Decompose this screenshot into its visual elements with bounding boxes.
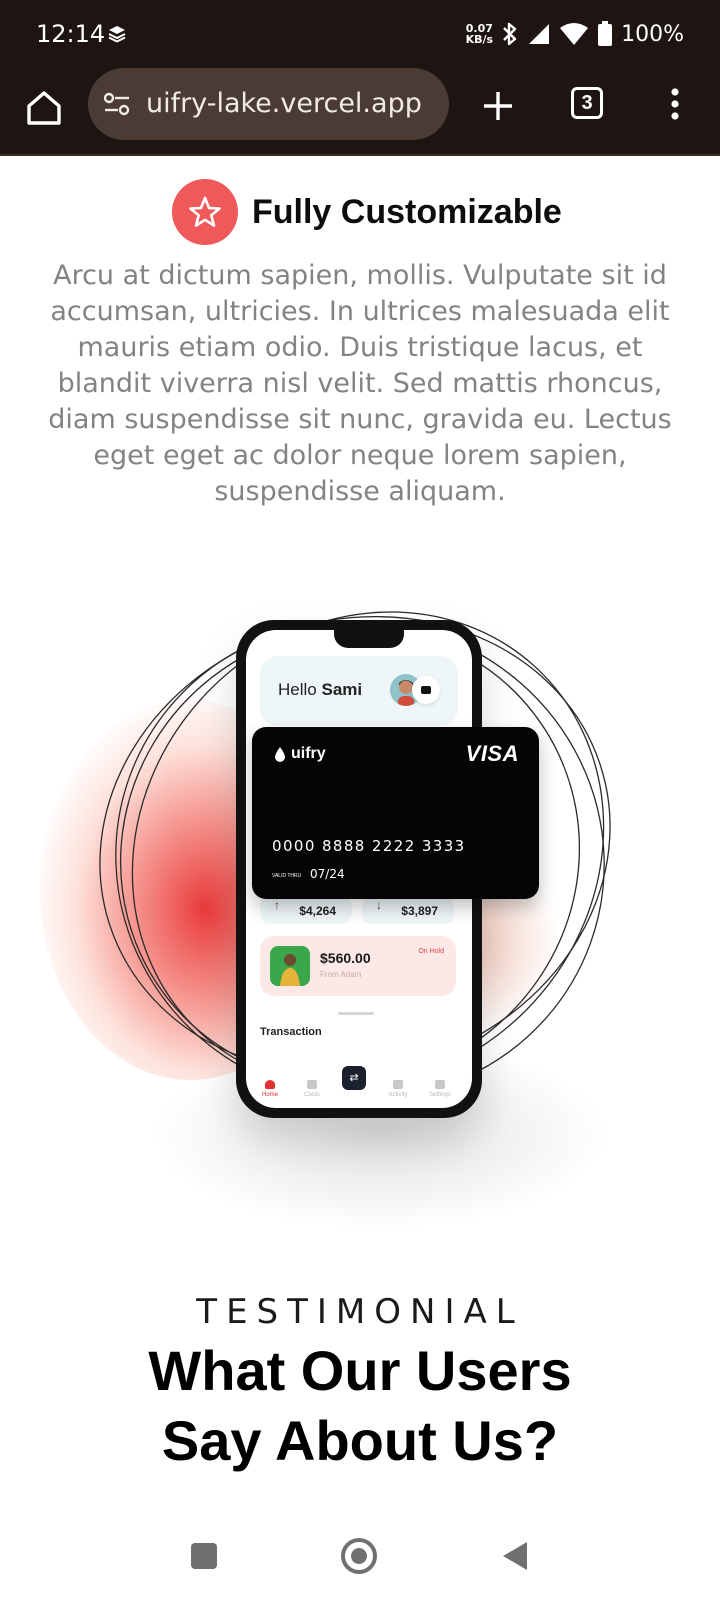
bluetooth-icon <box>503 22 517 46</box>
transfer-icon: ⇄ <box>342 1066 366 1090</box>
app-mockup-illustration: Hello Sami ↑ $4,264 ↓ $3,897 $560.00 Fro… <box>0 560 720 1260</box>
nav-activity-label: Activity <box>388 1092 408 1098</box>
wallet-icon <box>412 676 440 704</box>
card-network: VISA <box>465 741 519 766</box>
testimonial-heading-line2: Say About Us? <box>161 1409 559 1472</box>
battery-percent: 100% <box>621 21 684 47</box>
url-text[interactable]: uifry-lake.vercel.app <box>146 88 422 119</box>
nav-activity: Activity <box>378 1080 418 1098</box>
card-brand: uifry <box>274 745 326 763</box>
arrow-down-icon: ↓ <box>376 898 382 912</box>
greeting-card: Hello Sami <box>260 656 458 726</box>
transactions-label: Transaction <box>260 1026 322 1038</box>
tabs-icon[interactable]: 3 <box>571 87 603 119</box>
card-brand-name: uifry <box>291 745 326 762</box>
star-icon <box>172 179 238 245</box>
browser-toolbar: uifry-lake.vercel.app 3 <box>0 68 720 156</box>
nav-settings-label: Settings <box>429 1092 451 1098</box>
network-speed: 0.07 KB/s <box>466 23 493 45</box>
settings-icon <box>435 1080 445 1089</box>
signal-icon <box>529 24 550 44</box>
recents-icon[interactable] <box>191 1543 217 1569</box>
feature-description: Arcu at dictum sapien, mollis. Vulputate… <box>48 260 672 507</box>
drop-icon <box>275 747 285 762</box>
feature-header: Fully Customizable <box>172 178 562 246</box>
payment-card: $560.00 From Adam On Hold <box>260 936 456 996</box>
nav-cards: Cards <box>292 1080 332 1098</box>
home-icon <box>265 1080 275 1089</box>
income-value: $4,264 <box>299 904 336 918</box>
home-icon[interactable] <box>341 1538 377 1574</box>
testimonial-heading-line1: What Our Users <box>148 1339 572 1402</box>
testimonial-eyebrow: TESTIMONIAL <box>196 1292 524 1332</box>
wifi-icon <box>560 23 589 45</box>
activity-icon <box>393 1080 403 1089</box>
battery-icon <box>598 21 613 46</box>
greeting-word: Hello <box>278 680 317 699</box>
payment-status: On Hold <box>418 948 444 955</box>
status-time: 12:14 <box>36 20 106 48</box>
back-icon[interactable] <box>503 1542 527 1570</box>
card-number: 0000 8888 2222 3333 <box>272 837 466 855</box>
nav-home: Home <box>250 1080 290 1098</box>
home-icon[interactable] <box>22 86 66 130</box>
payer-photo <box>270 946 310 986</box>
phone-notch <box>334 630 404 648</box>
address-bar[interactable]: uifry-lake.vercel.app <box>88 68 449 140</box>
arrow-up-icon: ↑ <box>274 898 280 912</box>
valid-thru-date: 07/24 <box>310 867 345 881</box>
status-bar: 12:14 0.07 KB/s 100% <box>0 0 720 68</box>
expense-value: $3,897 <box>401 904 438 918</box>
nav-home-label: Home <box>261 1092 278 1098</box>
status-indicators: 0.07 KB/s 100% <box>466 18 684 50</box>
plus-icon[interactable] <box>476 84 520 128</box>
valid-thru-label: VALID THRU <box>272 873 302 879</box>
expense-stat: ↓ $3,897 <box>362 896 454 924</box>
more-vert-icon[interactable] <box>660 82 690 126</box>
site-settings-icon[interactable] <box>102 90 132 118</box>
nav-settings: Settings <box>420 1080 460 1098</box>
app-bottom-nav: Home Cards ⇄ Activity Settings <box>246 1058 472 1108</box>
network-speed-unit: KB/s <box>465 33 494 46</box>
payment-amount: $560.00 <box>320 950 371 966</box>
income-stat: ↑ $4,264 <box>260 896 352 924</box>
layers-icon <box>108 26 126 43</box>
feature-title: Fully Customizable <box>252 192 562 231</box>
testimonial-heading: What Our Users Say About Us? <box>0 1336 720 1476</box>
sheet-handle <box>338 1012 374 1015</box>
credit-card: uifry VISA 0000 8888 2222 3333 VALID THR… <box>252 727 539 899</box>
user-name: Sami <box>321 680 363 699</box>
card-icon <box>307 1080 317 1089</box>
nav-cards-label: Cards <box>303 1092 320 1098</box>
payment-from: From Adam <box>320 970 362 979</box>
greeting-text: Hello Sami <box>278 680 362 700</box>
system-nav-bar <box>0 1530 720 1600</box>
